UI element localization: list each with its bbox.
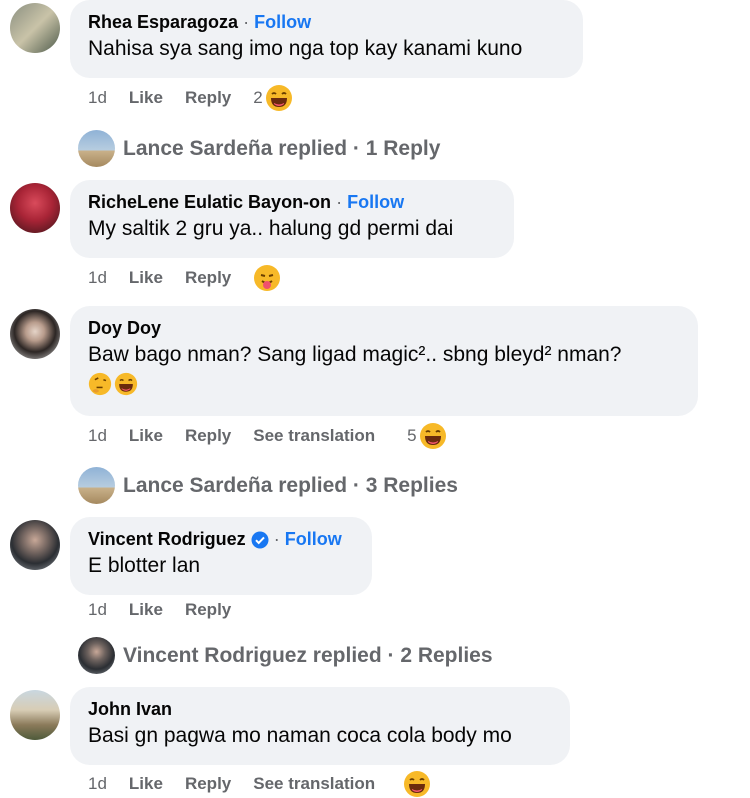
comment-text: Basi gn pagwa mo naman coca cola body mo (88, 724, 512, 747)
commenter-name[interactable]: Rhea Esparagoza (88, 12, 238, 32)
comment-text: E blotter lan (88, 554, 201, 577)
comment-bubble: Rhea Esparagoza · Follow Nahisa sya sang… (70, 0, 583, 78)
timestamp[interactable]: 1d (88, 268, 107, 288)
avatar (78, 637, 115, 674)
reply-button[interactable]: Reply (185, 774, 231, 794)
comment-actions: 1d Like Reply See translation (88, 770, 432, 798)
follow-button[interactable]: Follow (347, 192, 404, 212)
see-translation-link[interactable]: See translation (253, 774, 375, 794)
comment-bubble: John Ivan Basi gn pagwa mo naman coca co… (70, 687, 570, 765)
comment-bubble: Doy Doy Baw bago nman? Sang ligad magic²… (70, 306, 698, 416)
avatar (78, 467, 115, 504)
commenter-name[interactable]: Doy Doy (88, 318, 161, 338)
reaction-summary[interactable]: 5 (407, 422, 447, 450)
laughing-emoji-icon (418, 422, 447, 450)
comment-actions: 1d Like Reply (88, 264, 281, 292)
timestamp[interactable]: 1d (88, 774, 107, 794)
follow-button[interactable]: Follow (285, 529, 342, 549)
reaction-count: 2 (253, 88, 263, 107)
laughing-emoji-icon (403, 770, 432, 798)
like-button[interactable]: Like (129, 426, 163, 446)
thinking-emoji-icon (88, 372, 112, 396)
timestamp[interactable]: 1d (88, 88, 107, 108)
commenter-name[interactable]: RicheLene Eulatic Bayon-on (88, 192, 331, 212)
separator: · (243, 12, 250, 32)
replies-summary: Lance Sardeña replied · 3 Replies (123, 473, 458, 497)
like-button[interactable]: Like (129, 268, 163, 288)
comment-text: Nahisa sya sang imo nga top kay kanami k… (88, 37, 523, 60)
reaction-count: 5 (407, 426, 417, 445)
laughing-emoji-icon (114, 372, 138, 396)
timestamp[interactable]: 1d (88, 426, 107, 446)
avatar[interactable] (10, 183, 60, 233)
timestamp[interactable]: 1d (88, 600, 107, 620)
comment-bubble: RicheLene Eulatic Bayon-on · Follow My s… (70, 180, 514, 258)
commenter-name[interactable]: John Ivan (88, 699, 172, 719)
avatar[interactable] (10, 520, 60, 570)
comment-actions: 1d Like Reply 2 (88, 84, 293, 112)
avatar (78, 130, 115, 167)
view-replies-link[interactable]: Lance Sardeña replied · 1 Reply (78, 130, 440, 167)
reply-button[interactable]: Reply (185, 426, 231, 446)
separator: · (336, 192, 343, 212)
avatar[interactable] (10, 3, 60, 53)
comment-actions: 1d Like Reply (88, 596, 253, 624)
view-replies-link[interactable]: Vincent Rodriguez replied · 2 Replies (78, 637, 493, 674)
like-button[interactable]: Like (129, 88, 163, 108)
like-button[interactable]: Like (129, 774, 163, 794)
comment-text: My saltik 2 gru ya.. halung gd permi dai (88, 217, 454, 240)
reaction-summary[interactable]: 2 (253, 84, 293, 112)
avatar[interactable] (10, 690, 60, 740)
avatar[interactable] (10, 309, 60, 359)
follow-button[interactable]: Follow (254, 12, 311, 32)
separator: · (273, 529, 280, 549)
replies-summary: Lance Sardeña replied · 1 Reply (123, 136, 441, 160)
replies-summary: Vincent Rodriguez replied · 2 Replies (123, 643, 493, 667)
tongue-emoji-icon (254, 265, 281, 291)
comment-bubble: Vincent Rodriguez · Follow E blotter lan (70, 517, 372, 595)
like-button[interactable]: Like (129, 600, 163, 620)
laughing-emoji-icon (264, 84, 293, 112)
reaction-summary[interactable] (403, 770, 432, 798)
commenter-name[interactable]: Vincent Rodriguez (88, 529, 246, 549)
comment-text: Baw bago nman? Sang ligad magic².. sbng … (88, 343, 622, 366)
reply-button[interactable]: Reply (185, 268, 231, 288)
comment-actions: 1d Like Reply See translation 5 (88, 422, 447, 450)
verified-badge-icon (251, 531, 269, 549)
see-translation-link[interactable]: See translation (253, 426, 375, 446)
reply-button[interactable]: Reply (185, 600, 231, 620)
reaction-summary[interactable] (253, 264, 281, 292)
reply-button[interactable]: Reply (185, 88, 231, 108)
view-replies-link[interactable]: Lance Sardeña replied · 3 Replies (78, 467, 458, 504)
